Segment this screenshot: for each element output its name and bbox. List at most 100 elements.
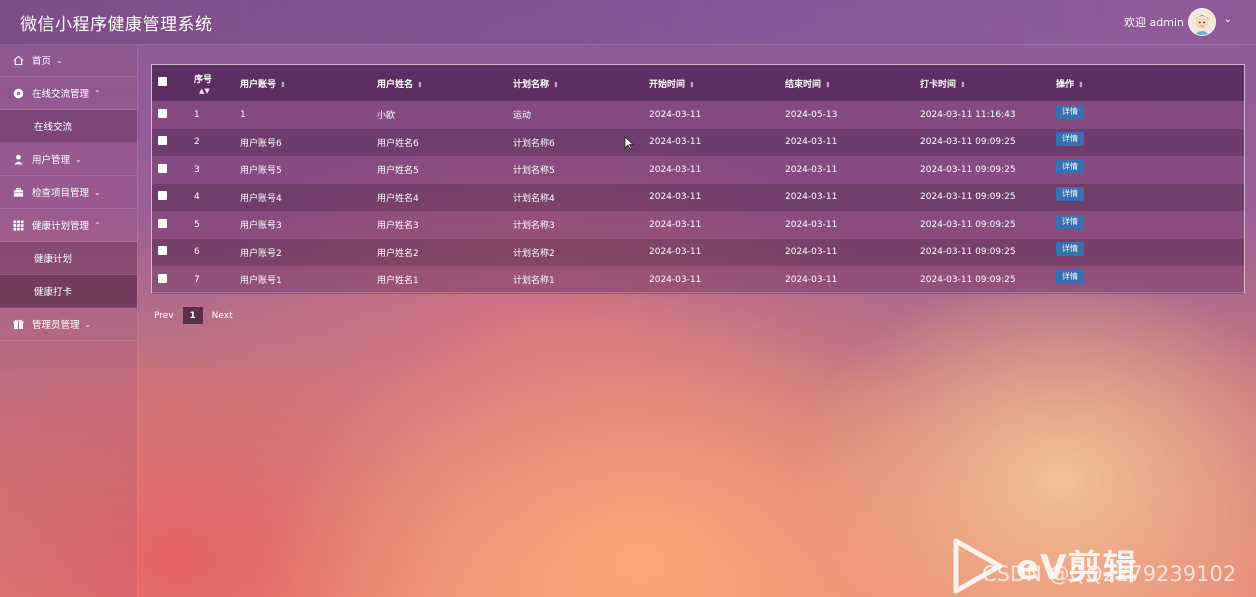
table-row: 5 用户账号3 用户姓名3 计划名称3 2024-03-11 2024-03-1…: [152, 211, 1244, 239]
cell-index: 4: [194, 192, 200, 203]
cell-start: 2024-03-11: [649, 219, 702, 230]
cell-checkin-time: 2024-03-11 09:09:25: [920, 219, 1016, 230]
column-header-account[interactable]: 用户账号 ⇕: [240, 65, 377, 101]
checkin-table: 序号 ▲▼ 用户账号 ⇕ 用户姓名 ⇕ 计划名称 ⇕ 开始时间 ⇕ 结束时间 ⇕ 打卡时间…: [151, 64, 1245, 294]
sort-icon[interactable]: ⇕: [1078, 81, 1084, 89]
sidebar-item-health-plan-management[interactable]: 健康计划管理 ⌃: [0, 209, 137, 242]
column-header-plan[interactable]: 计划名称 ⇕: [513, 65, 649, 101]
sort-icon[interactable]: ⇕: [960, 81, 966, 89]
sidebar-item-label: 检查项目管理: [32, 188, 90, 199]
detail-button[interactable]: 详情: [1056, 187, 1084, 202]
home-icon: [12, 54, 24, 66]
detail-button[interactable]: 详情: [1056, 269, 1084, 284]
detail-button[interactable]: 详情: [1056, 104, 1084, 119]
table-row: 3 用户账号5 用户姓名5 计划名称5 2024-03-11 2024-03-1…: [152, 156, 1244, 184]
cell-index: 7: [194, 274, 200, 285]
grid-icon: [12, 219, 24, 231]
sidebar-item-chat-management[interactable]: 在线交流管理 ⌃: [0, 77, 137, 110]
row-checkbox[interactable]: [158, 136, 167, 146]
column-header-actions[interactable]: 操作 ⇕: [1056, 65, 1150, 101]
sidebar: 首页 ⌄ 在线交流管理 ⌃ 在线交流 用户管理 ⌄ 检查项目管理 ⌄ 健康计划管…: [0, 44, 138, 597]
cell-checkin-time: 2024-03-11 09:09:25: [920, 274, 1016, 285]
column-header-name[interactable]: 用户姓名 ⇕: [377, 65, 513, 101]
cell-account: 用户账号5: [240, 166, 282, 177]
cell-plan: 计划名称4: [513, 193, 555, 204]
sidebar-subitem-health-checkin[interactable]: 健康打卡: [0, 275, 137, 308]
sort-icon[interactable]: ⇕: [280, 81, 286, 89]
sidebar-item-label: 健康计划管理: [32, 221, 90, 232]
chevron-up-icon: ⌃: [94, 220, 101, 230]
sidebar-item-user-management[interactable]: 用户管理 ⌄: [0, 143, 137, 176]
page-number-button[interactable]: 1: [182, 307, 203, 324]
cell-checkin-time: 2024-03-11 09:09:25: [920, 137, 1016, 148]
cell-account: 用户账号4: [240, 193, 282, 204]
select-all-checkbox[interactable]: [158, 77, 167, 86]
chevron-down-icon[interactable]: ⌄: [1224, 14, 1232, 25]
cell-name: 用户姓名3: [377, 221, 419, 232]
sidebar-subitem-online-chat[interactable]: 在线交流: [0, 110, 137, 143]
table-row: 1 1 小欧 运动 2024-03-11 2024-05-13 2024-03-…: [152, 101, 1244, 129]
sort-icon[interactable]: ▲▼: [199, 87, 240, 95]
column-header-label: 结束时间: [785, 79, 822, 90]
next-page-button[interactable]: Next: [212, 311, 233, 321]
column-header-checkin-time[interactable]: 打卡时间 ⇕: [920, 65, 1056, 101]
welcome-text: 欢迎 admin: [1124, 16, 1184, 29]
detail-button[interactable]: 详情: [1056, 159, 1084, 174]
sidebar-subitem-health-plan[interactable]: 健康计划: [0, 242, 137, 275]
cell-plan: 运动: [513, 111, 532, 122]
gift-icon: [12, 318, 24, 330]
row-checkbox[interactable]: [158, 108, 167, 118]
sort-icon[interactable]: ⇕: [553, 81, 559, 89]
column-header-index[interactable]: 序号 ▲▼: [194, 65, 240, 101]
sidebar-item-admin-management[interactable]: 管理员管理 ⌄: [0, 308, 137, 341]
sort-icon[interactable]: ⇕: [689, 81, 695, 89]
cell-end: 2024-03-11: [785, 137, 838, 148]
sidebar-item-home[interactable]: 首页 ⌄: [0, 44, 137, 77]
pagination: Prev 1 Next: [154, 307, 233, 324]
sidebar-subitem-label: 健康打卡: [34, 287, 73, 298]
column-header-label: 打卡时间: [920, 79, 957, 90]
cell-name: 用户姓名1: [377, 276, 419, 287]
detail-button[interactable]: 详情: [1056, 132, 1084, 147]
cell-start: 2024-03-11: [649, 164, 702, 175]
briefcase-icon: [12, 186, 24, 198]
cell-index: 3: [194, 164, 200, 175]
sidebar-item-label: 首页: [32, 56, 52, 67]
sidebar-item-label: 用户管理: [32, 155, 71, 166]
cell-checkin-time: 2024-03-11 09:09:25: [920, 247, 1016, 258]
cell-end: 2024-03-11: [785, 192, 838, 203]
cell-account: 用户账号6: [240, 138, 282, 149]
cell-name: 用户姓名4: [377, 193, 419, 204]
sort-icon[interactable]: ⇕: [825, 81, 831, 89]
sort-icon[interactable]: ⇕: [417, 81, 423, 89]
row-checkbox[interactable]: [158, 163, 167, 173]
cell-checkin-time: 2024-03-11 09:09:25: [920, 192, 1016, 203]
cell-start: 2024-03-11: [649, 109, 702, 120]
cell-plan: 计划名称3: [513, 221, 555, 232]
cell-index: 2: [194, 137, 200, 148]
chevron-down-icon: ⌄: [75, 154, 82, 164]
chevron-down-icon: ⌄: [56, 55, 63, 65]
table-row: 4 用户账号4 用户姓名4 计划名称4 2024-03-11 2024-03-1…: [152, 183, 1244, 211]
row-checkbox[interactable]: [158, 191, 167, 201]
detail-button[interactable]: 详情: [1056, 214, 1084, 229]
column-header-end[interactable]: 结束时间 ⇕: [785, 65, 920, 101]
column-header-label: 用户姓名: [377, 79, 414, 90]
sidebar-item-checkup-management[interactable]: 检查项目管理 ⌄: [0, 176, 137, 209]
table-row: 6 用户账号2 用户姓名2 计划名称2 2024-03-11 2024-03-1…: [152, 238, 1244, 266]
user-icon: [12, 153, 24, 165]
chevron-down-icon: ⌄: [84, 319, 92, 329]
column-header-start[interactable]: 开始时间 ⇕: [649, 65, 785, 101]
row-checkbox[interactable]: [158, 218, 167, 228]
cell-plan: 计划名称1: [513, 276, 555, 287]
app-title: 微信小程序健康管理系统: [20, 15, 213, 35]
detail-button[interactable]: 详情: [1056, 242, 1084, 257]
table-row: 2 用户账号6 用户姓名6 计划名称6 2024-03-11 2024-03-1…: [152, 128, 1244, 156]
chat-icon: [12, 87, 24, 99]
prev-page-button[interactable]: Prev: [154, 311, 174, 321]
sidebar-subitem-label: 健康计划: [34, 254, 73, 265]
row-checkbox[interactable]: [158, 273, 167, 283]
avatar[interactable]: [1188, 8, 1216, 36]
row-checkbox[interactable]: [158, 246, 167, 256]
cell-end: 2024-03-11: [785, 274, 838, 285]
